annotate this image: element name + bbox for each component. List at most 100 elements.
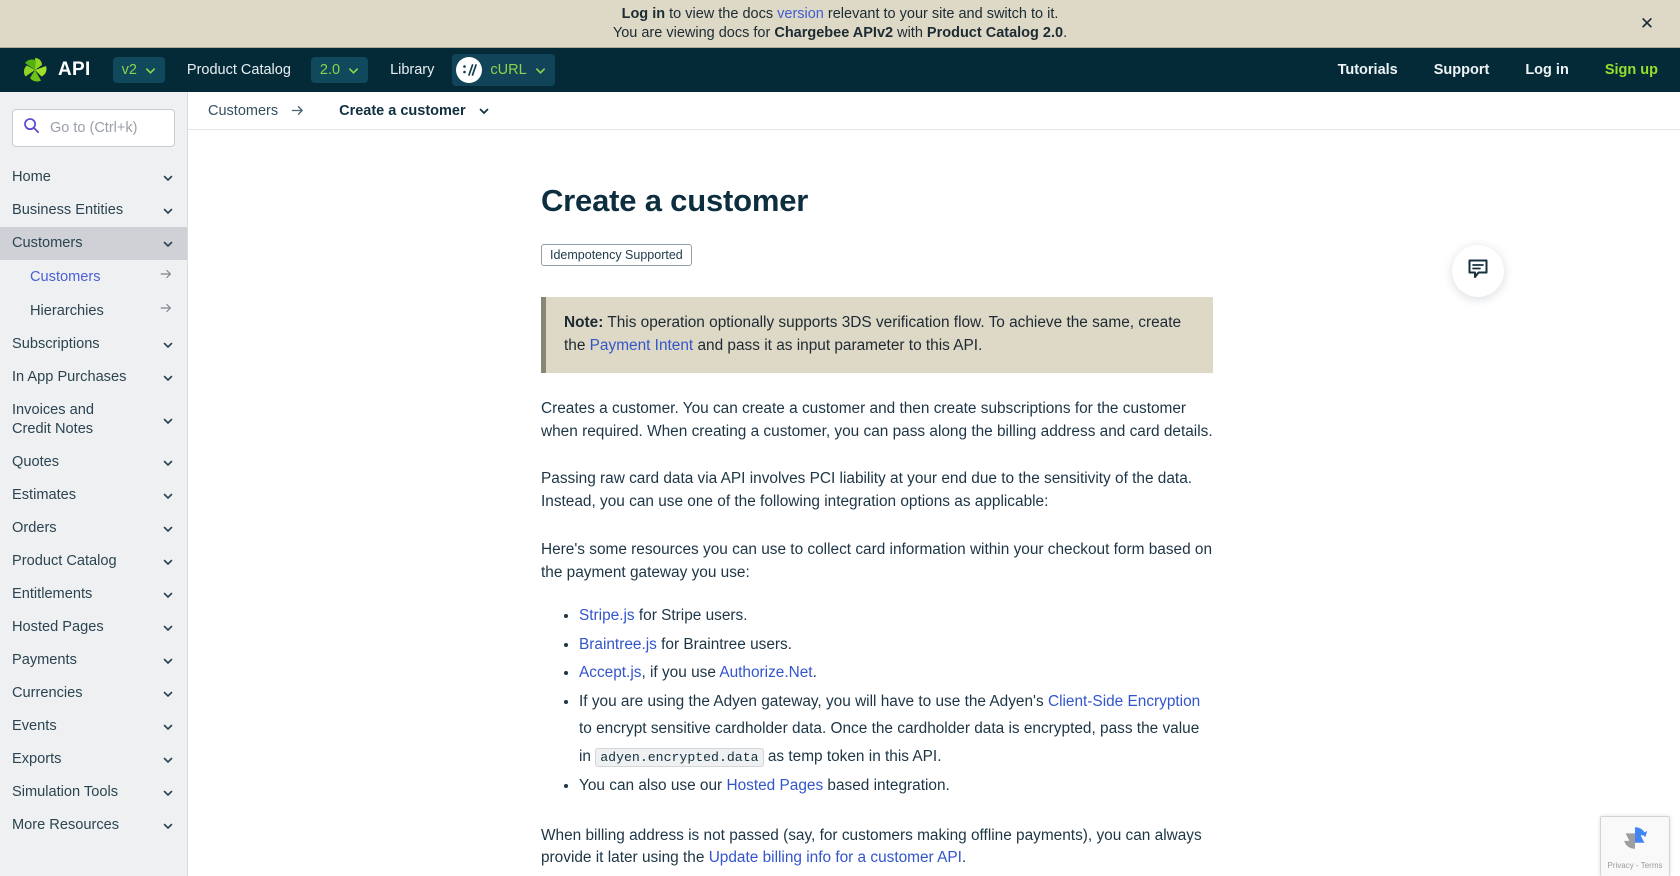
breadcrumb: Customers Create a customer: [188, 92, 1680, 130]
chevron-down-icon: [162, 721, 173, 732]
paragraph-1: Creates a customer. You can create a cus…: [541, 400, 1213, 440]
banner-line2-post: .: [1063, 24, 1068, 41]
client-side-encryption-link[interactable]: Client-Side Encryption: [1048, 693, 1200, 710]
chevron-down-icon: [162, 556, 173, 567]
sidebar-item-exports[interactable]: Exports: [0, 743, 187, 776]
chevron-down-icon: [162, 172, 173, 183]
banner-line1-mid: to view the docs: [665, 5, 778, 22]
sidebar-item-home[interactable]: Home: [0, 161, 187, 194]
api-version-dropdown[interactable]: v2: [112, 57, 165, 83]
accept-js-link[interactable]: Accept.js: [579, 664, 641, 681]
sidebar-subitem-label: Hierarchies: [30, 302, 104, 319]
billing-post: .: [961, 849, 967, 867]
close-icon[interactable]: ✕: [1636, 13, 1658, 35]
nav-link-signup[interactable]: Sign up: [1605, 62, 1658, 78]
paragraph-3: Here's some resources you can use to col…: [541, 540, 1213, 581]
status-badge: Idempotency Supported: [541, 244, 692, 266]
sidebar-item-simulation-tools[interactable]: Simulation Tools: [0, 776, 187, 809]
sidebar-item-hosted-pages[interactable]: Hosted Pages: [0, 611, 187, 644]
banner-login-link[interactable]: Log in: [622, 6, 666, 22]
sidebar-subitem-hierarchies[interactable]: Hierarchies: [0, 294, 187, 328]
chevron-down-icon: [162, 205, 173, 216]
sidebar-item-estimates[interactable]: Estimates: [0, 479, 187, 512]
update-billing-info-link[interactable]: Update billing info for a customer API: [709, 849, 962, 866]
page-layout: Home Business Entities Customers Custome…: [0, 92, 1680, 876]
nav-link-tutorials[interactable]: Tutorials: [1338, 62, 1398, 78]
search-input[interactable]: [48, 119, 164, 137]
recaptcha-icon: [1620, 823, 1650, 858]
sidebar-item-events[interactable]: Events: [0, 710, 187, 743]
brand-home-link[interactable]: API: [14, 57, 99, 83]
banner-line-2: You are viewing docs for Chargebee APIv2…: [613, 24, 1067, 43]
sidebar-subitem-customers[interactable]: Customers: [0, 260, 187, 294]
sidebar-item-more-resources[interactable]: More Resources: [0, 809, 187, 842]
banner-version-link[interactable]: version: [777, 6, 824, 22]
chargebee-logo-icon: [22, 57, 48, 83]
sidebar-item-business-entities[interactable]: Business Entities: [0, 194, 187, 227]
breadcrumb-current[interactable]: Create a customer: [339, 103, 490, 119]
recaptcha-badge[interactable]: Privacy - Terms: [1600, 816, 1670, 876]
hosted-pages-link[interactable]: Hosted Pages: [726, 777, 823, 794]
chevron-down-icon: [145, 65, 156, 76]
paragraph-2: Passing raw card data via API involves P…: [541, 470, 1193, 511]
note-callout: Note: This operation optionally supports…: [541, 297, 1213, 373]
chevron-down-icon: [162, 415, 173, 426]
chevron-down-icon: [162, 457, 173, 468]
chat-widget-button[interactable]: [1452, 245, 1504, 297]
note-text-2: and pass it as input parameter to this A…: [693, 337, 983, 354]
authorize-net-link[interactable]: Authorize.Net: [719, 664, 812, 681]
list-item: If you are using the Adyen gateway, you …: [579, 688, 1213, 772]
chevron-down-icon: [162, 238, 173, 249]
banner-product-catalog: Product Catalog 2.0: [926, 24, 1064, 41]
arrow-right-icon: [159, 267, 173, 287]
banner-line2-pre: You are viewing docs for: [612, 24, 775, 41]
chevron-down-icon: [162, 490, 173, 501]
list-item: Stripe.js for Stripe users.: [579, 602, 1213, 630]
adyen-post: as temp token in this API.: [763, 747, 942, 765]
sidebar-item-customers[interactable]: Customers: [0, 227, 187, 260]
banner-line-1: Log in to view the docs version relevant…: [622, 5, 1059, 24]
sidebar-item-product-catalog[interactable]: Product Catalog: [0, 545, 187, 578]
payment-intent-link[interactable]: Payment Intent: [590, 337, 694, 354]
sidebar-item-entitlements[interactable]: Entitlements: [0, 578, 187, 611]
language-dropdown[interactable]: cURL: [452, 54, 555, 86]
sidebar-item-invoices-and-credit-notes[interactable]: Invoices and Credit Notes: [0, 394, 187, 446]
sidebar-item-label: Home: [12, 169, 51, 185]
sidebar-item-quotes[interactable]: Quotes: [0, 446, 187, 479]
sidebar-item-orders[interactable]: Orders: [0, 512, 187, 545]
breadcrumb-parent[interactable]: Customers: [208, 103, 278, 119]
product-catalog-label: Product Catalog: [186, 62, 291, 78]
catalog-version-dropdown[interactable]: 2.0: [310, 57, 369, 83]
bullet-3-text: , if you use: [641, 664, 720, 682]
list-item: Accept.js, if you use Authorize.Net.: [579, 659, 1213, 687]
integration-options-list: Stripe.js for Stripe users. Braintree.js…: [541, 602, 1213, 800]
sidebar-item-subscriptions[interactable]: Subscriptions: [0, 328, 187, 361]
chevron-down-icon: [162, 688, 173, 699]
library-link[interactable]: Library: [384, 62, 440, 78]
language-value: cURL: [490, 62, 527, 78]
adyen-pre: If you are using the Adyen gateway, you …: [579, 692, 1048, 710]
chevron-down-icon: [162, 339, 173, 350]
sidebar-item-label: Exports: [12, 751, 62, 767]
recaptcha-label: Privacy - Terms: [1607, 861, 1663, 870]
search-box[interactable]: [12, 109, 175, 147]
list-item: You can also use our Hosted Pages based …: [579, 772, 1213, 800]
sidebar-item-payments[interactable]: Payments: [0, 644, 187, 677]
nav-link-support[interactable]: Support: [1434, 62, 1490, 78]
note-label: Note:: [564, 314, 604, 331]
stripe-js-link[interactable]: Stripe.js: [579, 607, 635, 624]
nav-link-login[interactable]: Log in: [1525, 62, 1569, 78]
sidebar-item-label: Business Entities: [12, 202, 124, 218]
braintree-js-link[interactable]: Braintree.js: [579, 636, 657, 653]
chevron-down-icon: [535, 65, 546, 76]
sidebar-item-in-app-purchases[interactable]: In App Purchases: [0, 361, 187, 394]
search-icon: [23, 117, 40, 139]
sidebar-item-currencies[interactable]: Currencies: [0, 677, 187, 710]
banner-line1-post: relevant to your site and switch to it.: [823, 5, 1059, 22]
list-item: Braintree.js for Braintree users.: [579, 631, 1213, 659]
sidebar-item-label: Orders: [12, 520, 57, 536]
document-scroll-area[interactable]: Create a customer Idempotency Supported …: [188, 130, 1680, 876]
sidebar-item-label: Entitlements: [12, 586, 93, 602]
chat-bubble-icon: [1466, 257, 1490, 286]
document-body: Create a customer Idempotency Supported …: [541, 130, 1213, 876]
